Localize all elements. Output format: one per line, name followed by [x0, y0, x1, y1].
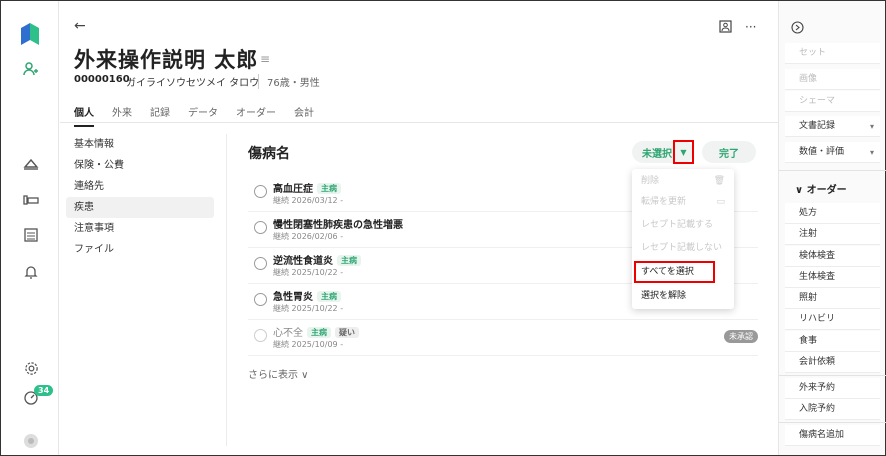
select-radio[interactable] — [254, 293, 267, 306]
disease-name: 急性胃炎 主病 — [273, 288, 341, 303]
reception-icon[interactable] — [21, 154, 41, 174]
notification-count-badge: 34 — [34, 385, 54, 396]
panel-toggle-icon[interactable] — [791, 21, 804, 37]
select-radio[interactable] — [254, 329, 267, 342]
disease-status-date: 継続 2026/03/12 - — [273, 196, 344, 205]
panel-item-physiological-test[interactable]: 生体検査 — [785, 267, 880, 288]
panel-item-meal[interactable]: 食事 — [785, 331, 880, 352]
section-title: 傷病名 — [248, 146, 290, 162]
patient-info-menu: 基本情報 保険・公費 連絡先 疾患 注意事項 ファイル — [66, 134, 214, 260]
trash-icon: 🗑 — [713, 176, 725, 186]
panel-divider — [779, 422, 886, 423]
selection-menu-label: 未選択 — [642, 148, 672, 160]
tab-outpatient[interactable]: 外来 — [112, 104, 132, 127]
tab-data[interactable]: データ — [188, 104, 218, 127]
main-disease-tag: 主病 — [307, 327, 331, 338]
select-radio[interactable] — [254, 221, 267, 234]
disease-status-date: 継続 2026/02/06 - — [273, 232, 344, 241]
content-divider — [226, 134, 227, 446]
disease-status-date: 継続 2025/10/22 - — [273, 304, 344, 313]
right-panel: セット 画像 シェーマ 文書記録 ▾ 数値・評価 ▾ ∨ オーダー 処方 注射 検体… — [778, 1, 886, 455]
panel-item-injection[interactable]: 注射 — [785, 224, 880, 245]
panel-item-set[interactable]: セット — [785, 43, 880, 64]
menu-item-notes[interactable]: 注意事項 — [66, 218, 214, 239]
chevron-down-icon: ▾ — [869, 148, 874, 157]
selection-dropdown-menu: 削除 🗑 転帰を更新 ▭ レセプト記載する レセプト記載しない すべてを選択 選択を… — [632, 169, 734, 309]
main-disease-tag: 主病 — [317, 291, 341, 302]
panel-item-billing-request[interactable]: 会計依頼 — [785, 352, 880, 373]
menu-item-files[interactable]: ファイル — [66, 239, 214, 260]
selection-dropdown-caret-icon[interactable]: ▼ — [673, 140, 694, 164]
select-radio[interactable] — [254, 257, 267, 270]
patient-search-icon[interactable] — [21, 59, 41, 79]
menu-item-receipt-exclude: レセプト記載しない — [641, 243, 723, 253]
patient-kana: ガイライソウセツメイ タロウ — [126, 78, 260, 89]
menu-item-diseases[interactable]: 疾患 — [66, 197, 214, 218]
done-button[interactable]: 完了 — [702, 141, 756, 163]
menu-item-deselect[interactable]: 選択を解除 — [632, 286, 734, 307]
calendar-icon: ▭ — [716, 197, 725, 207]
panel-item-image[interactable]: 画像 — [785, 69, 880, 90]
panel-item-prescription[interactable]: 処方 — [785, 203, 880, 224]
panel-divider — [779, 375, 886, 376]
user-avatar-icon[interactable] — [21, 431, 41, 451]
disease-name: 慢性閉塞性肺疾患の急性増悪 — [273, 220, 403, 231]
menu-item-delete: 削除 🗑 — [632, 171, 734, 192]
select-radio[interactable] — [254, 185, 267, 198]
tab-records[interactable]: 記録 — [150, 104, 170, 127]
more-options-icon[interactable]: ··· — [745, 20, 756, 34]
patient-id: 00000160 — [74, 74, 130, 85]
panel-item-radiation[interactable]: 照射 — [785, 288, 880, 309]
patient-card-icon[interactable] — [719, 20, 732, 36]
order-section-heading[interactable]: ∨ オーダー — [795, 181, 847, 196]
disease-name: 逆流性食道炎 主病 — [273, 252, 361, 267]
tab-accounting[interactable]: 会計 — [294, 104, 314, 127]
show-more-link[interactable]: さらに表示 ∨ — [248, 366, 309, 381]
bed-icon[interactable] — [21, 190, 41, 210]
panel-select-evaluation[interactable]: 数値・評価 ▾ — [785, 142, 880, 163]
menu-item-update-outcome: 転帰を更新 ▭ — [632, 192, 734, 213]
list-item[interactable]: 心不全 主病 疑い 継続 2025/10/09 - 未承認 — [248, 320, 758, 356]
panel-item-add-disease[interactable]: 傷病名追加 — [785, 425, 880, 446]
chevron-down-icon: ▾ — [869, 122, 874, 131]
disease-status-date: 継続 2025/10/09 - — [273, 340, 344, 349]
menu-item-contacts[interactable]: 連絡先 — [66, 176, 214, 197]
app-logo-icon[interactable] — [21, 23, 39, 45]
main-disease-tag: 主病 — [337, 255, 361, 266]
disease-name: 心不全 主病 疑い — [273, 324, 359, 339]
panel-item-admission-reservation[interactable]: 入院予約 — [785, 399, 880, 420]
menu-item-basic-info[interactable]: 基本情報 — [66, 134, 214, 155]
panel-item-schema[interactable]: シェーマ — [785, 91, 880, 112]
panel-item-outpatient-reservation[interactable]: 外来予約 — [785, 378, 880, 399]
tab-orders[interactable]: オーダー — [236, 104, 276, 127]
disease-status-date: 継続 2025/10/22 - — [273, 268, 344, 277]
patient-tabs: 個人 外来 記録 データ オーダー 会計 — [74, 104, 314, 127]
patient-age-sex: 76歳・男性 — [258, 74, 320, 89]
left-rail: 34 — [1, 1, 59, 455]
panel-item-specimen-test[interactable]: 検体検査 — [785, 246, 880, 267]
main-disease-tag: 主病 — [317, 183, 341, 194]
suspected-tag: 疑い — [335, 327, 359, 338]
menu-item-receipt-include: レセプト記載する — [641, 220, 714, 230]
tab-personal[interactable]: 個人 — [74, 104, 94, 127]
disease-name: 高血圧症 主病 — [273, 180, 341, 195]
list-icon[interactable] — [21, 225, 41, 245]
panel-select-document-record[interactable]: 文書記録 ▾ — [785, 116, 880, 137]
header-divider — [60, 122, 778, 123]
menu-item-insurance[interactable]: 保険・公費 — [66, 155, 214, 176]
select-all-highlight — [634, 261, 715, 283]
back-arrow-icon[interactable]: ← — [74, 18, 86, 34]
bell-icon[interactable] — [21, 262, 41, 282]
name-menu-icon[interactable]: ≡ — [260, 52, 270, 66]
settings-gear-icon[interactable] — [21, 358, 41, 378]
panel-divider — [779, 170, 886, 171]
unapproved-badge: 未承認 — [724, 330, 758, 343]
patient-name: 外来操作説明 太郎 — [74, 48, 259, 72]
panel-item-rehabilitation[interactable]: リハビリ — [785, 309, 880, 330]
